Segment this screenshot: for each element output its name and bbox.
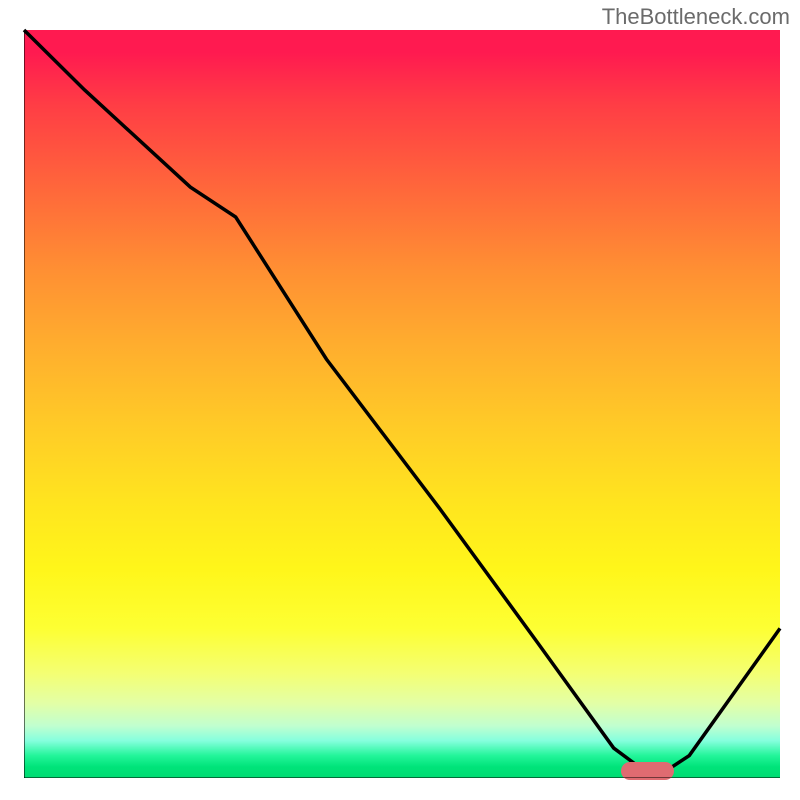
bottleneck-curve	[24, 30, 780, 778]
chart-plot-area	[24, 30, 780, 778]
optimal-range-marker	[621, 762, 674, 780]
watermark-text: TheBottleneck.com	[602, 4, 790, 30]
curve-path	[24, 30, 780, 771]
